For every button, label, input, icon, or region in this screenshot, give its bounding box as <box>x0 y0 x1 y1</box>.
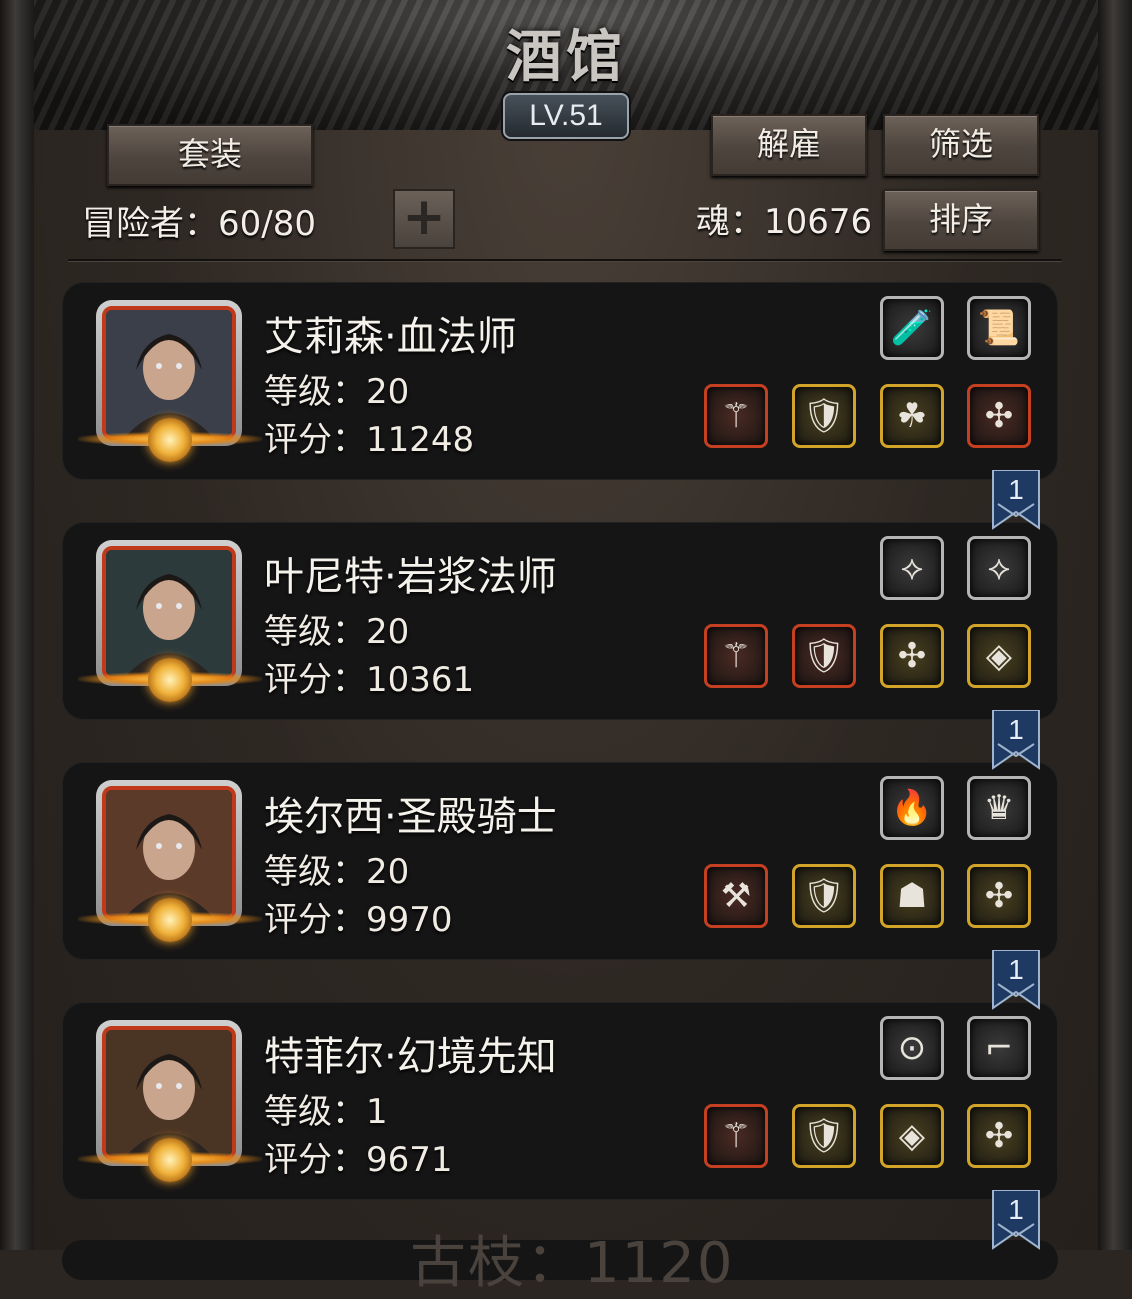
sort-button[interactable]: 排序 <box>883 189 1039 251</box>
equipment-slot[interactable]: ⚚ <box>704 384 768 448</box>
equipment-slot[interactable]: ◈ <box>967 624 1031 688</box>
rank-emblem-icon <box>148 658 192 702</box>
armor-icon: 🛡 <box>802 876 846 916</box>
mask-icon: ☗ <box>896 876 928 916</box>
hero-score: 评分：11248 <box>264 420 475 460</box>
equipment-slot[interactable]: ✣ <box>880 624 944 688</box>
hero-level: 等级：20 <box>264 372 410 412</box>
pipe-icon: ⌐ <box>984 1028 1014 1068</box>
ribbon-number: 1 <box>1008 1194 1024 1225</box>
rank-emblem-icon <box>148 898 192 942</box>
amulet-icon: ✣ <box>984 396 1014 436</box>
staff-icon: ⚚ <box>720 396 752 436</box>
equipment-slot[interactable]: ⟡ <box>880 536 944 600</box>
adventurer-count: 冒险者：60/80 <box>82 204 316 244</box>
equipment-slot[interactable]: ⚚ <box>704 1104 768 1168</box>
ribbon-number: 1 <box>1008 714 1024 745</box>
equipment-slot[interactable]: 🛡 <box>792 1104 856 1168</box>
amulet-icon: ✣ <box>984 876 1014 916</box>
amulet-icon: ✣ <box>897 636 927 676</box>
dismiss-button[interactable]: 解雇 <box>711 114 867 176</box>
equipment-slot[interactable]: ✣ <box>967 384 1031 448</box>
equipment-slot[interactable]: 🛡 <box>792 624 856 688</box>
page-title: 酒馆 <box>506 24 626 90</box>
rune-tile-icon: ◈ <box>898 1116 926 1156</box>
hero-card[interactable]: 埃尔西·圣殿骑士 等级：20 评分：9970 🔥 ♛ ⚒ 🛡 ☗ ✣ <box>62 762 1058 960</box>
bookmark-ribbon: 1 <box>992 469 1040 530</box>
add-slots-button[interactable]: + <box>393 189 455 249</box>
ribbon-number: 1 <box>1008 474 1024 505</box>
scepter-icon: ⚚ <box>720 1116 752 1156</box>
rank-emblem-icon <box>148 418 192 462</box>
equipment-slot[interactable]: ♛ <box>967 776 1031 840</box>
crystal-comb-icon: ♛ <box>983 788 1015 828</box>
hero-score: 评分：9970 <box>264 900 453 940</box>
hero-card[interactable]: 艾莉森·血法师 等级：20 评分：11248 🧪 📜 ⚚ 🛡 ☘ ✣ <box>62 282 1058 480</box>
hero-level: 等级：20 <box>264 612 410 652</box>
equipment-slot[interactable]: ✣ <box>967 1104 1031 1168</box>
scroll-icon: 📜 <box>977 308 1021 348</box>
equipment-slot[interactable]: 🛡 <box>792 864 856 928</box>
hero-level: 等级：20 <box>264 852 410 892</box>
hammer-icon: ⚒ <box>720 876 752 916</box>
hero-name: 埃尔西·圣殿骑士 <box>264 794 557 840</box>
staff-icon: ⚚ <box>720 636 752 676</box>
equipment-slot[interactable]: ⚒ <box>704 864 768 928</box>
equipment-slot[interactable]: 🧪 <box>880 296 944 360</box>
bracer-icon: ⟡ <box>900 548 924 588</box>
armor-icon: 🛡 <box>802 636 846 676</box>
equipment-slot[interactable]: ⚚ <box>704 624 768 688</box>
bracer-icon: ⟡ <box>987 548 1011 588</box>
equipment-slot[interactable]: 📜 <box>967 296 1031 360</box>
ornate-frame-left <box>0 0 34 1250</box>
ornate-frame-right <box>1098 0 1132 1250</box>
equipment-slot[interactable]: 🔥 <box>880 776 944 840</box>
amulet-icon: ✣ <box>984 1116 1014 1156</box>
ribbon-number: 1 <box>1008 954 1024 985</box>
equipment-slot[interactable]: ⊙ <box>880 1016 944 1080</box>
bookmark-ribbon: 1 <box>992 949 1040 1010</box>
hero-score: 评分：9671 <box>264 1140 453 1180</box>
hero-name: 特菲尔·幻境先知 <box>264 1034 557 1080</box>
potion-icon: 🧪 <box>890 308 934 348</box>
goggles-icon: ⊙ <box>897 1028 927 1068</box>
hero-card[interactable]: 特菲尔·幻境先知 等级：1 评分：9671 ⊙ ⌐ ⚚ 🛡 ◈ ✣ <box>62 1002 1058 1200</box>
equipment-slot[interactable]: ✣ <box>967 864 1031 928</box>
equipment-slot[interactable]: ◈ <box>880 1104 944 1168</box>
hero-level: 等级：1 <box>264 1092 388 1132</box>
feather-icon: 🔥 <box>890 788 934 828</box>
suit-button[interactable]: 套装 <box>107 124 313 186</box>
armor-icon: 🛡 <box>802 396 846 436</box>
partial-hero-text: 古枝：1120 <box>410 1231 735 1296</box>
rank-emblem-icon <box>148 1138 192 1182</box>
filter-button[interactable]: 筛选 <box>883 114 1039 176</box>
equipment-slot[interactable]: ☗ <box>880 864 944 928</box>
rune-tile-icon: ◈ <box>985 636 1013 676</box>
herb-icon: ☘ <box>896 396 928 436</box>
armor-icon: 🛡 <box>802 1116 846 1156</box>
hero-score: 评分：10361 <box>264 660 475 700</box>
equipment-slot[interactable]: ⟡ <box>967 536 1031 600</box>
equipment-slot[interactable]: ☘ <box>880 384 944 448</box>
equipment-slot[interactable]: 🛡 <box>792 384 856 448</box>
hero-name: 叶尼特·岩浆法师 <box>264 554 557 600</box>
hero-name: 艾莉森·血法师 <box>264 314 517 360</box>
bookmark-ribbon: 1 <box>992 1189 1040 1250</box>
hero-card[interactable]: 叶尼特·岩浆法师 等级：20 评分：10361 ⟡ ⟡ ⚚ 🛡 ✣ ◈ <box>62 522 1058 720</box>
soul-count: 魂：10676 <box>696 202 873 242</box>
tavern-level-badge: LV.51 <box>503 93 629 139</box>
bookmark-ribbon: 1 <box>992 709 1040 770</box>
equipment-slot[interactable]: ⌐ <box>967 1016 1031 1080</box>
header-divider <box>68 259 1062 261</box>
